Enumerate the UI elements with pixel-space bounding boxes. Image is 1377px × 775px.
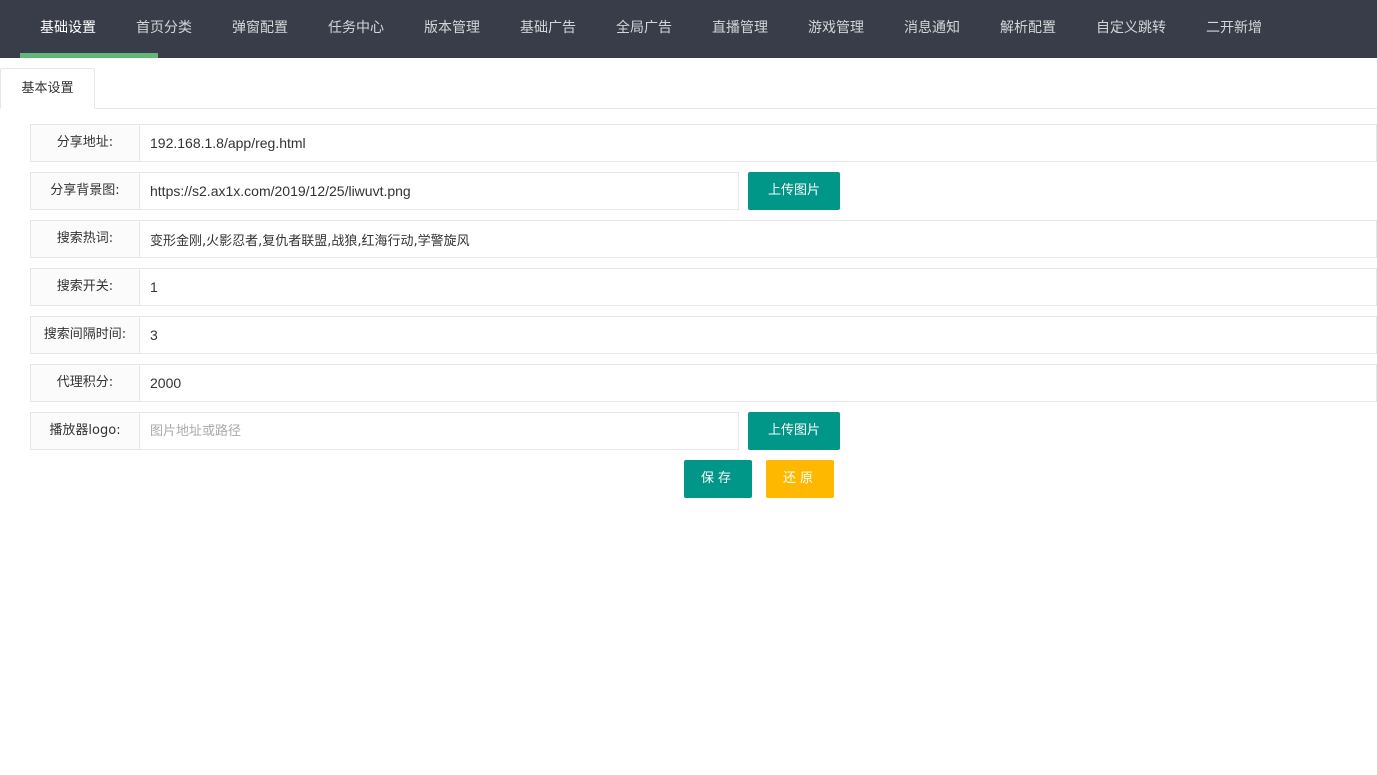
search-hot-label: 搜索热词:: [30, 220, 140, 258]
nav-item-game-management[interactable]: 游戏管理: [808, 0, 864, 58]
share-url-label: 分享地址:: [30, 124, 140, 162]
nav-item-basic-ads[interactable]: 基础广告: [520, 0, 576, 58]
share-url-input[interactable]: [139, 124, 1377, 162]
nav-item-parse-config[interactable]: 解析配置: [1000, 0, 1056, 58]
agent-points-input[interactable]: [139, 364, 1377, 402]
reset-button[interactable]: 还原: [766, 460, 834, 498]
player-logo-input[interactable]: [139, 412, 739, 450]
nav-item-popup-config[interactable]: 弹窗配置: [232, 0, 288, 58]
nav-item-custom-additions[interactable]: 二开新增: [1206, 0, 1262, 58]
nav-item-task-center[interactable]: 任务中心: [328, 0, 384, 58]
nav-active-indicator: [20, 53, 158, 58]
share-bg-input[interactable]: [139, 172, 739, 210]
player-logo-upload-button[interactable]: 上传图片: [748, 412, 840, 450]
nav-item-custom-redirect[interactable]: 自定义跳转: [1096, 0, 1166, 58]
nav-item-home-category[interactable]: 首页分类: [136, 0, 192, 58]
nav-item-version-management[interactable]: 版本管理: [424, 0, 480, 58]
tab-bar: 基本设置: [0, 68, 1377, 109]
save-button[interactable]: 保存: [684, 460, 752, 498]
share-bg-upload-button[interactable]: 上传图片: [748, 172, 840, 210]
search-switch-label: 搜索开关:: [30, 268, 140, 306]
nav-item-notifications[interactable]: 消息通知: [904, 0, 960, 58]
search-interval-label: 搜索间隔时间:: [30, 316, 140, 354]
search-interval-input[interactable]: [139, 316, 1377, 354]
nav-item-global-ads[interactable]: 全局广告: [616, 0, 672, 58]
search-hot-input[interactable]: [139, 220, 1377, 258]
share-bg-label: 分享背景图:: [30, 172, 140, 210]
nav-item-live-management[interactable]: 直播管理: [712, 0, 768, 58]
player-logo-label: 播放器logo:: [30, 412, 140, 450]
tab-basic-settings[interactable]: 基本设置: [0, 68, 95, 109]
search-switch-input[interactable]: [139, 268, 1377, 306]
nav-item-basic-settings[interactable]: 基础设置: [40, 0, 96, 58]
agent-points-label: 代理积分:: [30, 364, 140, 402]
top-nav: 基础设置 首页分类 弹窗配置 任务中心 版本管理 基础广告 全局广告 直播管理 …: [0, 0, 1377, 58]
